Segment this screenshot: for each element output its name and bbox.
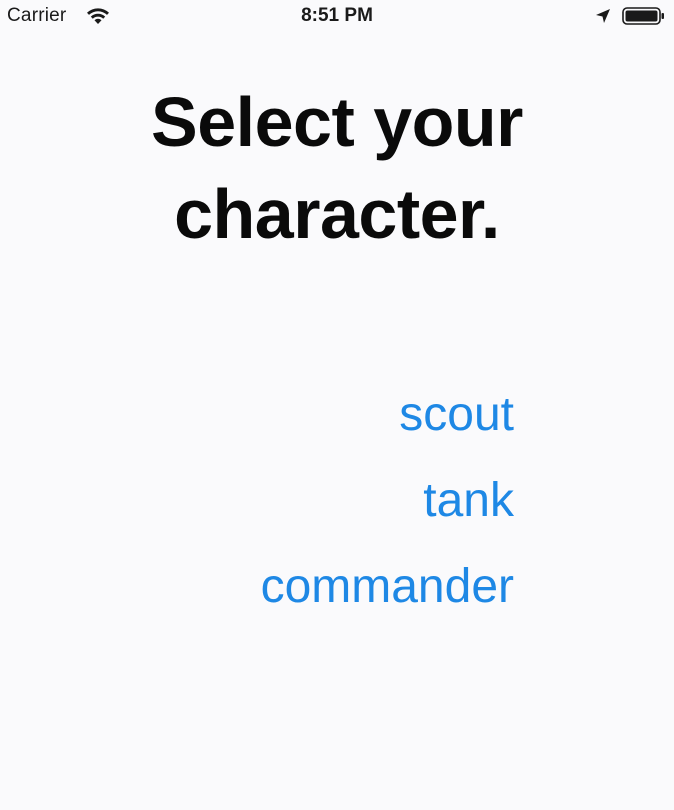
status-bar: Carrier 8:51 PM [0, 0, 674, 34]
character-list: scout tank commander [261, 372, 514, 630]
page-title: Select your character. [0, 76, 674, 260]
commander-button[interactable]: commander [261, 544, 514, 630]
tank-button[interactable]: tank [423, 458, 514, 544]
title-line-2: character. [174, 175, 500, 253]
status-time: 8:51 PM [301, 5, 373, 26]
battery-icon [622, 6, 666, 26]
location-arrow-icon [595, 8, 611, 24]
title-line-1: Select your [151, 83, 523, 161]
scout-button[interactable]: scout [399, 372, 514, 458]
